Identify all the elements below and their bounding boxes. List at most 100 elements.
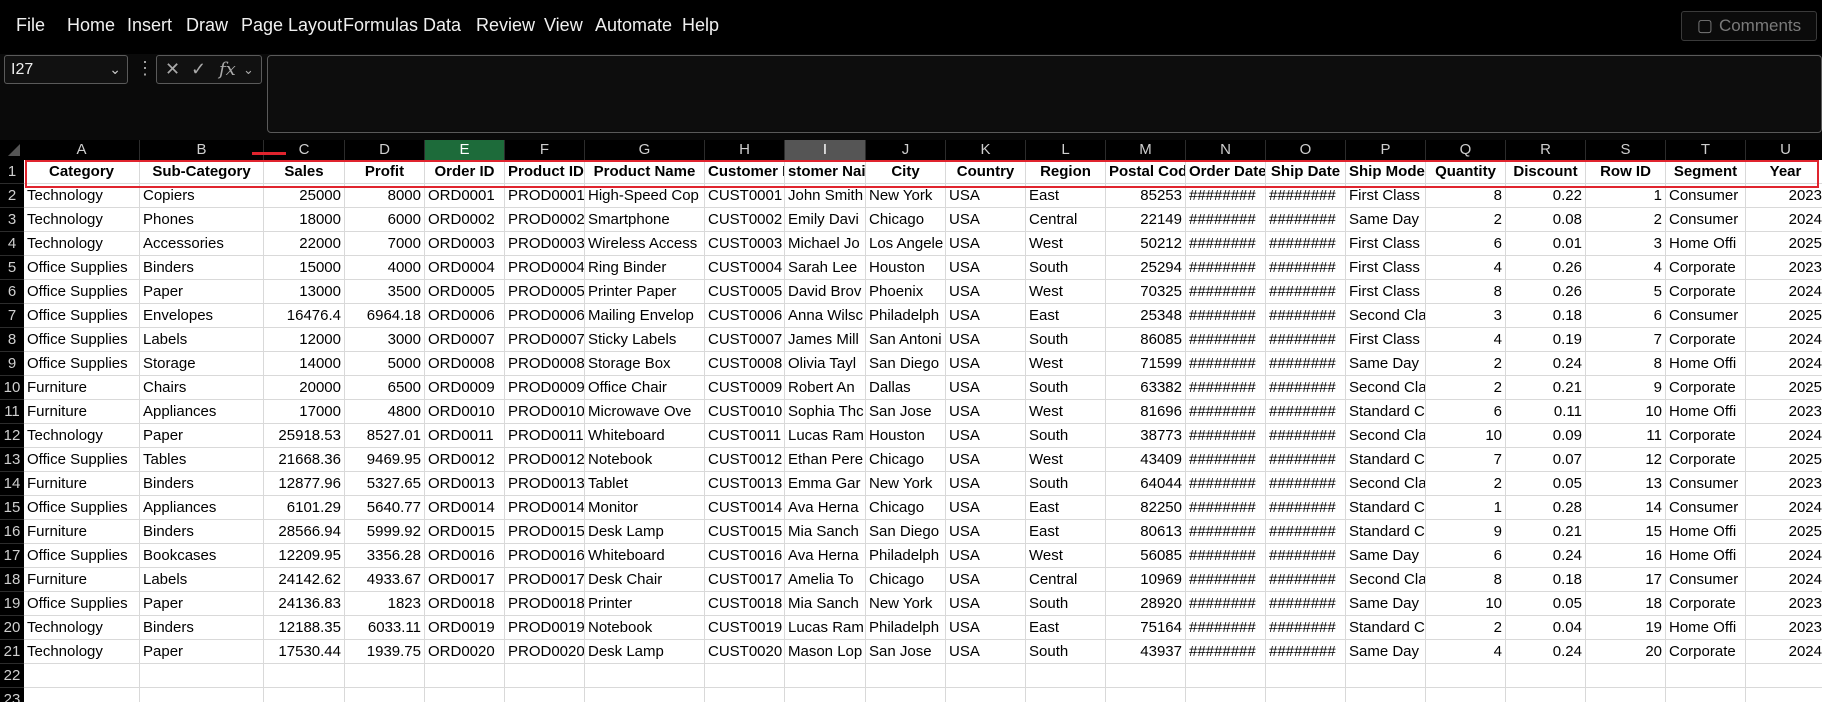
table-cell[interactable]: 15000 (264, 256, 345, 280)
table-cell[interactable]: Technology (24, 616, 140, 640)
table-cell[interactable]: Phoenix (866, 280, 946, 304)
column-header-e[interactable]: E (425, 140, 505, 160)
menu-automate[interactable]: Automate (595, 15, 672, 36)
table-cell[interactable]: 2023 (1746, 256, 1822, 280)
table-cell[interactable]: 1939.75 (345, 640, 425, 664)
table-cell[interactable]: Office Supplies (24, 328, 140, 352)
table-cell[interactable]: CUST0002 (705, 208, 785, 232)
table-cell[interactable]: Mason Lop (785, 640, 866, 664)
table-cell[interactable]: Home Offi (1666, 616, 1746, 640)
table-cell[interactable]: Appliances (140, 400, 264, 424)
table-cell[interactable]: 85253 (1106, 184, 1186, 208)
table-cell[interactable]: 20 (1586, 640, 1666, 664)
table-cell[interactable]: 0.11 (1506, 400, 1586, 424)
table-cell[interactable]: PROD0017 (505, 568, 585, 592)
table-cell[interactable]: West (1026, 352, 1106, 376)
table-cell[interactable]: ######## (1266, 520, 1346, 544)
table-cell[interactable]: 0.21 (1506, 376, 1586, 400)
table-cell[interactable]: USA (946, 568, 1026, 592)
table-cell[interactable]: Technology (24, 424, 140, 448)
row-header-12[interactable]: 12 (0, 424, 24, 448)
table-cell[interactable]: ######## (1186, 448, 1266, 472)
header-cell[interactable]: Region (1026, 160, 1106, 184)
table-cell[interactable]: 0.28 (1506, 496, 1586, 520)
table-cell[interactable]: ######## (1186, 592, 1266, 616)
table-cell[interactable]: Paper (140, 424, 264, 448)
table-cell[interactable]: 2024 (1746, 280, 1822, 304)
table-cell[interactable]: ######## (1186, 472, 1266, 496)
table-cell[interactable]: 2024 (1746, 496, 1822, 520)
table-cell[interactable]: USA (946, 424, 1026, 448)
table-cell[interactable]: 8527.01 (345, 424, 425, 448)
table-cell[interactable]: Office Supplies (24, 448, 140, 472)
table-cell[interactable]: CUST0003 (705, 232, 785, 256)
table-cell[interactable]: 22000 (264, 232, 345, 256)
table-cell[interactable]: Furniture (24, 376, 140, 400)
table-cell[interactable]: 6 (1426, 544, 1506, 568)
menu-file[interactable]: File (16, 15, 45, 36)
table-cell[interactable]: 43937 (1106, 640, 1186, 664)
table-cell[interactable]: 5327.65 (345, 472, 425, 496)
table-cell[interactable]: 17530.44 (264, 640, 345, 664)
table-cell[interactable] (1426, 688, 1506, 702)
table-cell[interactable]: 0.08 (1506, 208, 1586, 232)
table-cell[interactable]: South (1026, 376, 1106, 400)
table-cell[interactable]: Sarah Lee (785, 256, 866, 280)
column-header-j[interactable]: J (866, 140, 946, 160)
table-cell[interactable]: Smartphone (585, 208, 705, 232)
table-cell[interactable]: 4 (1426, 640, 1506, 664)
table-cell[interactable]: Labels (140, 568, 264, 592)
table-cell[interactable]: 0.18 (1506, 568, 1586, 592)
table-cell[interactable] (1506, 664, 1586, 688)
table-cell[interactable]: Office Supplies (24, 496, 140, 520)
table-cell[interactable]: 10 (1426, 592, 1506, 616)
table-cell[interactable]: East (1026, 304, 1106, 328)
table-cell[interactable]: CUST0005 (705, 280, 785, 304)
table-cell[interactable]: 4 (1426, 256, 1506, 280)
table-cell[interactable]: 5000 (345, 352, 425, 376)
table-cell[interactable]: 12877.96 (264, 472, 345, 496)
table-cell[interactable]: Second Cla (1346, 424, 1426, 448)
table-cell[interactable]: ORD0003 (425, 232, 505, 256)
table-cell[interactable]: 4 (1426, 328, 1506, 352)
table-cell[interactable] (1586, 688, 1666, 702)
table-cell[interactable]: Philadelph (866, 304, 946, 328)
header-cell[interactable]: Row ID (1586, 160, 1666, 184)
table-cell[interactable]: Envelopes (140, 304, 264, 328)
header-cell[interactable]: Category (24, 160, 140, 184)
table-cell[interactable]: Mia Sanch (785, 592, 866, 616)
table-cell[interactable]: Consumer (1666, 208, 1746, 232)
header-cell[interactable]: Ship Date (1266, 160, 1346, 184)
table-cell[interactable]: Chicago (866, 448, 946, 472)
table-cell[interactable]: ######## (1186, 520, 1266, 544)
table-cell[interactable]: PROD0014 (505, 496, 585, 520)
table-cell[interactable]: 8 (1426, 568, 1506, 592)
table-cell[interactable]: Mailing Envelop (585, 304, 705, 328)
table-cell[interactable]: 9 (1586, 376, 1666, 400)
table-cell[interactable]: 25294 (1106, 256, 1186, 280)
table-cell[interactable]: East (1026, 520, 1106, 544)
table-cell[interactable]: 2 (1426, 472, 1506, 496)
table-cell[interactable]: 18 (1586, 592, 1666, 616)
table-cell[interactable]: 0.19 (1506, 328, 1586, 352)
table-cell[interactable]: ORD0011 (425, 424, 505, 448)
table-cell[interactable]: South (1026, 256, 1106, 280)
table-cell[interactable] (785, 688, 866, 702)
table-cell[interactable]: 4000 (345, 256, 425, 280)
table-cell[interactable]: PROD0002 (505, 208, 585, 232)
table-cell[interactable]: Standard C (1346, 400, 1426, 424)
table-cell[interactable] (785, 664, 866, 688)
row-header-17[interactable]: 17 (0, 544, 24, 568)
table-cell[interactable]: 2 (1426, 616, 1506, 640)
table-cell[interactable]: Whiteboard (585, 424, 705, 448)
column-header-p[interactable]: P (1346, 140, 1426, 160)
table-cell[interactable]: South (1026, 472, 1106, 496)
table-cell[interactable]: ######## (1266, 424, 1346, 448)
table-cell[interactable]: 2023 (1746, 400, 1822, 424)
table-cell[interactable]: 1 (1426, 496, 1506, 520)
table-cell[interactable]: ORD0004 (425, 256, 505, 280)
table-cell[interactable]: Anna Wilsc (785, 304, 866, 328)
table-cell[interactable]: ######## (1266, 352, 1346, 376)
table-cell[interactable]: ORD0015 (425, 520, 505, 544)
table-cell[interactable] (1746, 688, 1822, 702)
